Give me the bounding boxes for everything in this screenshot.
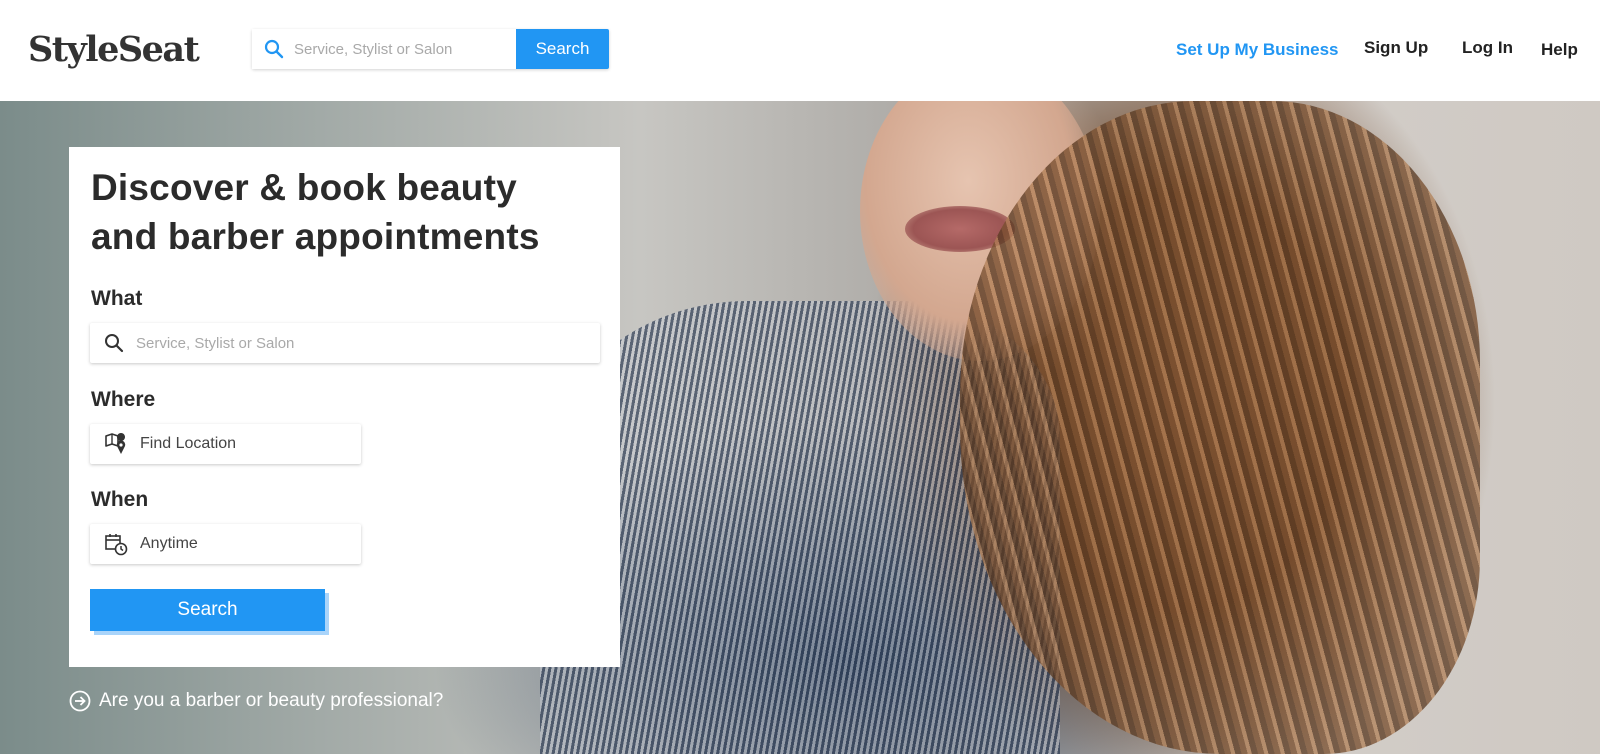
what-search-input[interactable]: Service, Stylist or Salon (90, 323, 600, 363)
set-up-business-link[interactable]: Set Up My Business (1176, 40, 1339, 60)
where-location-input[interactable]: Find Location (90, 424, 361, 464)
header-search-field[interactable] (252, 29, 516, 69)
when-time-input[interactable]: Anytime (90, 524, 361, 564)
hero-headline: Discover & book beauty and barber appoin… (91, 167, 540, 257)
header-search-button[interactable]: Search (516, 29, 609, 69)
when-value: Anytime (140, 535, 198, 552)
when-label: When (91, 488, 149, 511)
what-placeholder: Service, Stylist or Salon (136, 334, 295, 352)
hair (960, 101, 1480, 754)
log-in-link[interactable]: Log In (1462, 38, 1513, 58)
search-button[interactable]: Search (90, 589, 325, 631)
sign-up-link[interactable]: Sign Up (1364, 38, 1428, 58)
where-value: Find Location (140, 435, 237, 452)
booking-card: Discover & book beauty and barber appoin… (69, 147, 620, 667)
pro-link-text: Are you a barber or beauty professional? (99, 690, 444, 711)
header-search-bar: Search (252, 29, 609, 69)
search-icon (264, 39, 284, 59)
header-search-input[interactable] (294, 40, 494, 58)
where-label: Where (91, 388, 156, 411)
calendar-clock-icon (104, 532, 128, 556)
top-header: StyleSeat Search Set Up My Business Sign… (0, 0, 1600, 101)
search-icon (104, 333, 124, 353)
arrow-circle-icon (69, 690, 91, 712)
what-label: What (91, 287, 143, 310)
pro-link[interactable]: Are you a barber or beauty professional? (69, 690, 443, 712)
styleseat-logo[interactable]: StyleSeat (28, 28, 200, 72)
map-pin-icon (104, 432, 128, 456)
help-link[interactable]: Help (1541, 40, 1578, 60)
